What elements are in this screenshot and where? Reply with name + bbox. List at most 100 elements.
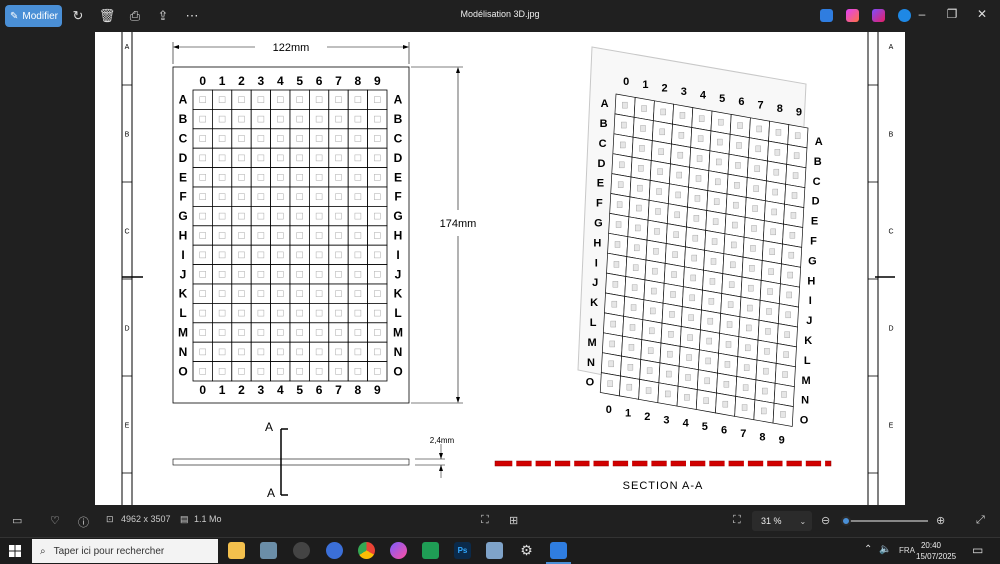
iso-row-label: I (595, 257, 598, 269)
zoom-in-icon[interactable]: ⊕ (936, 514, 945, 527)
language-indicator[interactable]: FRA (899, 546, 915, 555)
share-icon[interactable]: ⇪ (155, 8, 171, 24)
iso-cell-marker (733, 201, 739, 209)
iso-cell-marker (677, 151, 684, 159)
taskbar-search[interactable]: ⌕ Taper ici pour rechercher (32, 539, 218, 563)
close-icon[interactable]: ✕ (972, 7, 992, 21)
grid-cell (328, 361, 349, 382)
grid-cell (212, 147, 233, 168)
more-icon[interactable]: ⋯ (184, 8, 200, 24)
file-size-icon: ▤ (180, 514, 189, 524)
maximize-icon[interactable]: ❐ (942, 7, 962, 21)
photos-app-icon[interactable] (820, 9, 833, 22)
iso-cell-marker (630, 304, 637, 311)
iso-cell-marker (742, 384, 749, 391)
notification-icon[interactable]: ▭ (972, 543, 983, 557)
iso-cell-marker (750, 245, 756, 252)
zoom-slider-thumb[interactable] (841, 516, 852, 526)
section-gap (686, 460, 690, 467)
copilot-icon[interactable] (390, 542, 407, 559)
grid-cell (347, 147, 368, 168)
iso-cell-marker (631, 284, 638, 291)
info-icon[interactable]: ⓘ (78, 514, 89, 530)
grid-cell (367, 361, 388, 382)
calculator-icon[interactable] (486, 542, 503, 559)
grid-cell (231, 205, 252, 227)
modify-button[interactable]: ✎ Modifier (5, 5, 62, 27)
settings-gear-icon[interactable]: ⚙ (518, 542, 535, 559)
grid-cell (270, 167, 291, 188)
iso-cell-marker (611, 300, 618, 308)
iso-column-label: 3 (681, 86, 687, 98)
row-label: A (394, 93, 403, 107)
iso-cell-marker (726, 321, 733, 328)
image-app-icon[interactable] (260, 542, 277, 559)
grid-cell (212, 283, 233, 304)
grid-cell (367, 244, 388, 265)
fullscreen-icon[interactable]: ⤢ (976, 514, 985, 527)
clock[interactable]: 20:40 15/07/2025 (916, 540, 957, 562)
frame-zone-label: B (125, 132, 130, 139)
frame-zone-label: A (125, 44, 130, 51)
iso-cell-marker (694, 195, 701, 202)
grid-cell (289, 322, 310, 343)
iso-column-label: 2 (662, 83, 668, 95)
minimize-icon[interactable]: – (912, 7, 932, 21)
row-label: N (394, 345, 403, 359)
iso-cell-marker (762, 387, 768, 395)
file-explorer-icon[interactable] (228, 542, 245, 559)
onedrive-icon[interactable] (898, 9, 911, 22)
clock-date: 15/07/2025 (916, 552, 957, 561)
grid-cell (212, 167, 233, 188)
actual-size-icon[interactable]: ⊞ (509, 514, 518, 527)
zoom-slider[interactable] (841, 516, 928, 526)
section-gap (724, 460, 729, 467)
grid-cell (289, 128, 310, 149)
windows-start-icon[interactable] (9, 545, 21, 557)
section-gap (801, 460, 806, 467)
zoom-dropdown[interactable]: 31 % ⌄ (752, 511, 812, 531)
chrome-icon[interactable] (358, 542, 375, 559)
grid-cell (192, 89, 213, 110)
row-label: I (396, 248, 399, 262)
photos-taskbar-icon[interactable] (550, 542, 567, 559)
photoshop-icon[interactable]: Ps (454, 542, 471, 559)
filmstrip-icon[interactable]: ▭ (12, 514, 22, 527)
fit-window-icon[interactable]: ⛶ (733, 514, 741, 527)
fit-icon[interactable]: ⛶ (481, 514, 489, 527)
print-icon[interactable]: ⎙ (127, 8, 143, 24)
iso-row-label: L (804, 355, 811, 367)
section-gap (608, 460, 613, 467)
clipchamp-app-icon[interactable] (872, 9, 885, 22)
rotate-icon[interactable]: ↻ (70, 8, 86, 24)
column-label: 5 (296, 383, 303, 397)
iso-cell-marker (712, 218, 719, 225)
iso-column-label: 4 (683, 418, 690, 430)
iso-cell-marker (736, 142, 742, 149)
delete-icon[interactable]: 🗑 (99, 8, 116, 24)
excel-icon[interactable] (422, 542, 439, 559)
drawing-sheet: AABBCCDDEE 0123456789 0123456789 ABCDEFG… (95, 32, 905, 505)
grid-cell (308, 109, 330, 130)
iso-cell-marker (617, 181, 624, 188)
iso-cell-marker (785, 311, 791, 319)
camera-app-icon[interactable] (293, 542, 310, 559)
image-viewer[interactable]: AABBCCDDEE 0123456789 0123456789 ABCDEFG… (0, 32, 1000, 505)
iso-cell-marker (717, 138, 723, 146)
grid-cell (347, 283, 368, 304)
clock-time: 20:40 (920, 541, 942, 550)
volume-icon[interactable]: 🔈 (879, 544, 891, 555)
grid-cell (192, 244, 213, 265)
grid-cell (270, 225, 291, 246)
favorite-icon[interactable]: ♡ (50, 514, 60, 527)
iso-row-label: N (801, 395, 809, 407)
grid-cell (367, 225, 388, 246)
iso-cell-marker (789, 232, 796, 239)
grid-cell (231, 128, 252, 149)
chevron-up-icon[interactable]: ⌃ (864, 544, 872, 555)
grid-cell (212, 89, 233, 110)
grid-cell (347, 225, 368, 246)
zoom-out-icon[interactable]: ⊖ (821, 514, 830, 527)
designer-app-icon[interactable] (846, 9, 859, 22)
browser-app-icon[interactable] (326, 542, 343, 559)
